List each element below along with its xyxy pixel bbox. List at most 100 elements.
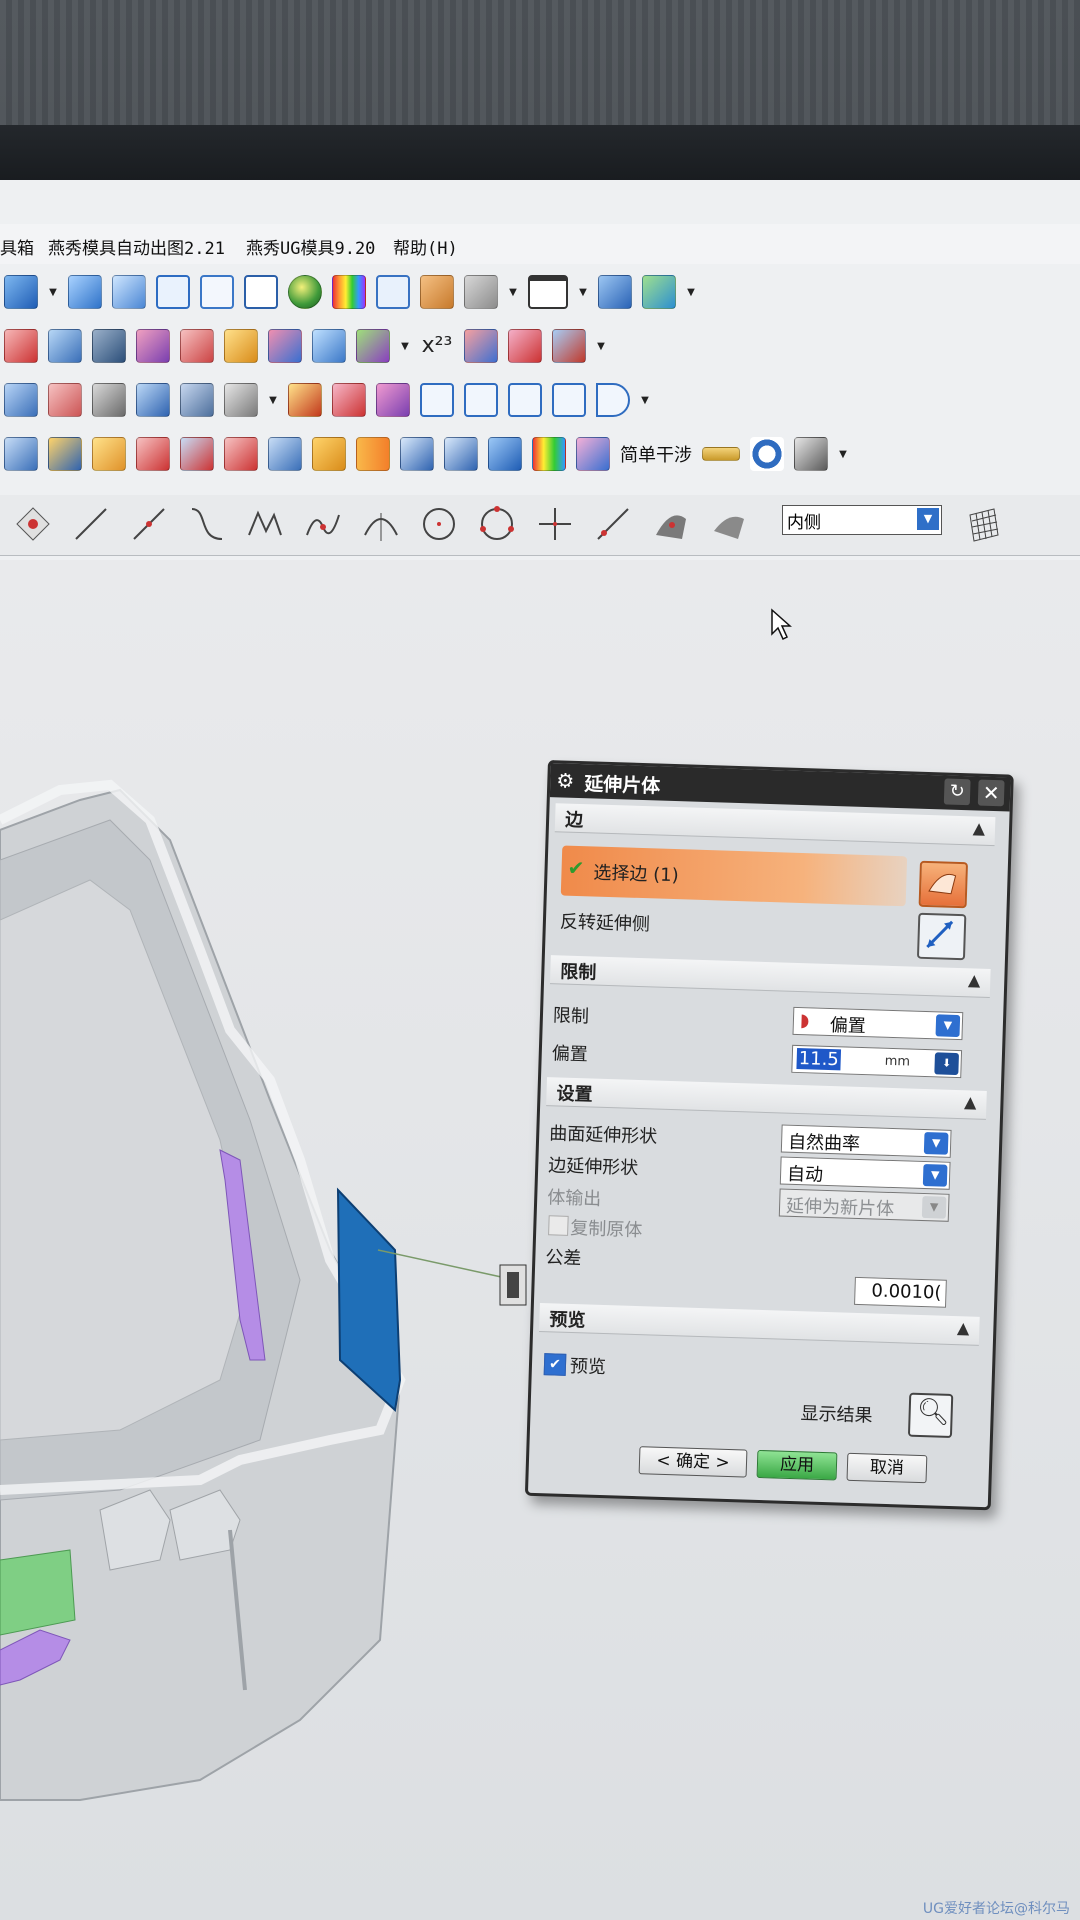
circle-arc-icon[interactable] — [750, 437, 784, 471]
surface-grid-icon[interactable] — [710, 505, 748, 543]
trim-extend-icon[interactable] — [224, 437, 258, 471]
section-preview-header[interactable]: 预览 ▲ — [539, 1303, 980, 1346]
extract-geometry-icon[interactable] — [552, 329, 586, 363]
d-shape-icon[interactable] — [596, 383, 630, 417]
move-face-icon[interactable] — [92, 437, 126, 471]
chevron-down-icon[interactable]: ▼ — [400, 329, 410, 363]
through-curves-icon[interactable] — [356, 329, 390, 363]
select-edge-icon[interactable] — [918, 860, 968, 909]
sphere-shaded-icon[interactable] — [288, 275, 322, 309]
studio-spline-icon[interactable] — [304, 505, 342, 543]
hidden-edge-cube-icon[interactable] — [200, 275, 234, 309]
reflect-surface-icon[interactable] — [488, 437, 522, 471]
shell-icon[interactable] — [356, 437, 390, 471]
section-edge-header[interactable]: 边 ▲ — [554, 803, 996, 847]
tube-icon[interactable] — [180, 383, 214, 417]
n-sided-surface-icon[interactable] — [508, 329, 542, 363]
arrow-down-icon[interactable]: ⬇ — [934, 1052, 959, 1076]
section-view-icon[interactable] — [420, 275, 454, 309]
chevron-up-icon[interactable]: ▲ — [964, 1092, 977, 1111]
measure-icon[interactable] — [92, 383, 126, 417]
chevron-up-icon[interactable]: ▲ — [972, 818, 985, 837]
chevron-down-icon[interactable]: ▼ — [596, 329, 606, 363]
chevron-down-icon[interactable]: ▼ — [917, 508, 939, 530]
replace-face-icon[interactable] — [4, 437, 38, 471]
delete-face-icon[interactable] — [48, 437, 82, 471]
limit-dropdown[interactable]: ◗ 偏置 ▼ — [792, 1006, 964, 1041]
edge-shape-dropdown[interactable]: 自动 ▼ — [779, 1156, 951, 1190]
offset-value[interactable]: 11.5 — [796, 1047, 842, 1071]
menu-item-help[interactable]: 帮助(H) — [393, 234, 458, 259]
surface-patch-icon[interactable] — [652, 505, 690, 543]
split-body-icon[interactable] — [48, 329, 82, 363]
curvature-combs-icon[interactable] — [576, 437, 610, 471]
transparent-cube-icon[interactable] — [244, 275, 278, 309]
chevron-down-icon[interactable]: ▼ — [838, 437, 848, 471]
preview-checkbox[interactable]: ✔ — [543, 1353, 567, 1376]
draft-icon[interactable] — [224, 329, 258, 363]
shaded-cube-icon[interactable] — [68, 275, 102, 309]
offset-input[interactable]: 11.5 mm ⬇ — [791, 1044, 963, 1079]
ruler-icon[interactable] — [702, 447, 740, 461]
chevron-down-icon[interactable]: ▼ — [268, 383, 278, 417]
transform-icon[interactable] — [642, 275, 676, 309]
face-analysis-icon[interactable] — [332, 275, 366, 309]
reverse-direction-icon[interactable] — [916, 912, 967, 961]
circle-icon[interactable] — [420, 505, 458, 543]
menu-item-toolbox[interactable]: 具箱 — [0, 234, 34, 259]
point-cross-icon[interactable] — [536, 505, 574, 543]
clip-section-icon[interactable] — [464, 275, 498, 309]
tolerance-value[interactable]: 0.0010( — [871, 1280, 942, 1303]
chevron-down-icon[interactable]: ▼ — [578, 275, 588, 309]
line-icon[interactable] — [72, 505, 110, 543]
chevron-down-icon[interactable]: ▼ — [508, 275, 518, 309]
edge-blend-icon[interactable] — [48, 383, 82, 417]
offset-face-icon[interactable] — [224, 383, 258, 417]
measure-distance-icon[interactable] — [794, 437, 828, 471]
spline-icon[interactable] — [188, 505, 226, 543]
rotate-face-icon[interactable] — [268, 437, 302, 471]
chevron-down-icon[interactable]: ▼ — [640, 383, 650, 417]
background-color-icon[interactable] — [528, 275, 568, 309]
ruled-surface-icon[interactable] — [312, 329, 346, 363]
side-combo[interactable]: 内侧 ▼ — [782, 505, 942, 535]
line-points-icon[interactable] — [130, 505, 168, 543]
grid-icon[interactable] — [964, 505, 1002, 543]
enlarge-surface-icon[interactable] — [288, 383, 322, 417]
move-object-icon[interactable] — [598, 275, 632, 309]
section-settings-header[interactable]: 设置 ▲ — [546, 1077, 987, 1120]
chamfer-icon[interactable] — [136, 383, 170, 417]
simple-interference-button[interactable]: 简单干涉 — [620, 441, 692, 467]
arc-icon[interactable] — [362, 505, 400, 543]
wireframe-cube-icon[interactable] — [156, 275, 190, 309]
face-blend-icon[interactable] — [4, 383, 38, 417]
solid-block-icon[interactable] — [4, 275, 38, 309]
book-icon[interactable] — [400, 437, 434, 471]
trim-body-icon[interactable] — [4, 329, 38, 363]
chevron-down-icon[interactable]: ▼ — [686, 275, 696, 309]
surface-shape-dropdown[interactable]: 自然曲率 ▼ — [780, 1124, 952, 1158]
smooth-cube-icon[interactable] — [112, 275, 146, 309]
close-icon[interactable]: ✕ — [977, 779, 1005, 807]
wave-surface-icon[interactable] — [376, 383, 410, 417]
circle-3pt-icon[interactable] — [478, 505, 516, 543]
line-tangent-icon[interactable] — [594, 505, 632, 543]
patch-icon[interactable] — [136, 329, 170, 363]
lock-book-icon[interactable] — [444, 437, 478, 471]
chevron-down-icon[interactable]: ▼ — [923, 1132, 949, 1155]
cylinder-outline-icon[interactable] — [508, 383, 542, 417]
chevron-down-icon[interactable]: ▼ — [922, 1163, 948, 1187]
extrude-outline-icon[interactable] — [420, 383, 454, 417]
chevron-up-icon[interactable]: ▲ — [968, 970, 981, 989]
cancel-button[interactable]: 取消 — [846, 1452, 928, 1484]
apply-button[interactable]: 应用 — [756, 1449, 838, 1481]
tolerance-input[interactable]: 0.0010( — [854, 1276, 947, 1308]
offset-surface-icon[interactable] — [180, 329, 214, 363]
chevron-down-icon[interactable]: ▼ — [935, 1014, 961, 1038]
resize-blend-icon[interactable] — [136, 437, 170, 471]
deviation-analysis-icon[interactable] — [532, 437, 566, 471]
ok-button[interactable]: < 确定 > — [638, 1446, 748, 1478]
extend-sheet-icon[interactable] — [180, 437, 214, 471]
step-icon[interactable] — [312, 437, 346, 471]
point-set-icon[interactable] — [14, 505, 52, 543]
